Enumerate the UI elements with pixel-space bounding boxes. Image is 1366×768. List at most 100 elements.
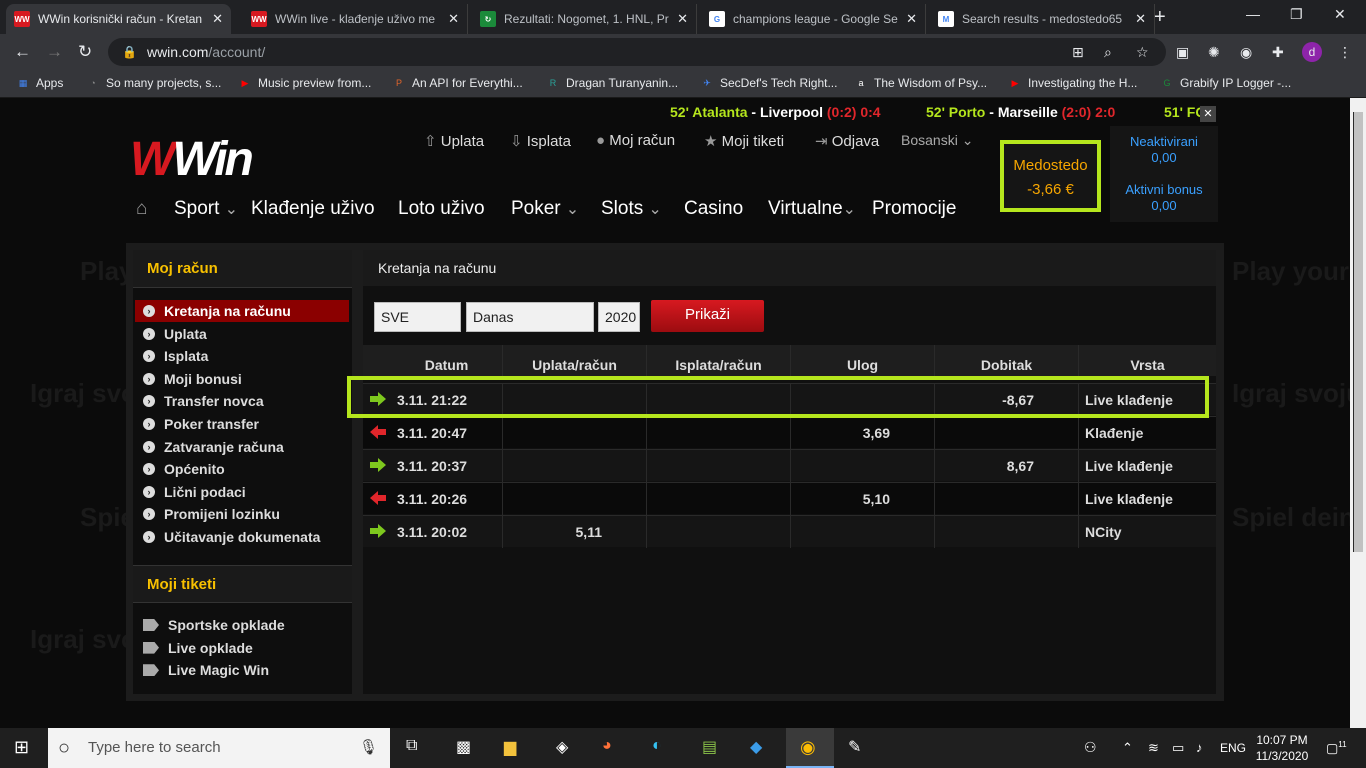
nav-loto-live[interactable]: Loto uživo	[398, 198, 485, 220]
nav-poker[interactable]: Poker ⌄	[511, 198, 579, 220]
task-view-icon[interactable]: ⧉	[406, 737, 417, 755]
maximize-icon[interactable]: ❐	[1290, 6, 1303, 23]
ticket-item[interactable]: Sportske opklade	[135, 614, 349, 636]
table-row[interactable]: 3.11. 20:37 8,67 Live klađenje	[363, 449, 1216, 482]
bookmark-item[interactable]: ◔ So many projects, s...	[86, 76, 221, 90]
sidebar-item[interactable]: › Poker transfer	[135, 413, 349, 435]
period-select[interactable]: Danas	[466, 302, 594, 332]
menu-uplata[interactable]: ⇧ Uplata	[424, 132, 484, 150]
ticker-close-icon[interactable]: ✕	[1200, 106, 1216, 122]
bookmark-item[interactable]: a The Wisdom of Psy...	[854, 76, 987, 90]
tab-close-icon[interactable]: ✕	[212, 11, 223, 27]
page-scrollbar[interactable]	[1350, 98, 1366, 728]
sidebar-item[interactable]: › Lični podaci	[135, 481, 349, 503]
photos-app-icon[interactable]: ▩	[456, 737, 471, 757]
menu-moji-tiketi[interactable]: ★ Moji tiketi	[704, 132, 784, 150]
extensions-puzzle-icon[interactable]: ✚	[1272, 44, 1284, 61]
menu-moj-racun[interactable]: ● Moj račun	[596, 132, 675, 149]
file-explorer-icon[interactable]: ▆	[504, 737, 516, 757]
windows-start-icon[interactable]: ⊞	[14, 737, 29, 758]
tab-close-icon[interactable]: ✕	[906, 11, 917, 27]
table-row[interactable]: 3.11. 20:26 5,10 Live klađenje	[363, 482, 1216, 515]
notifications-icon[interactable]: ▢11	[1326, 740, 1347, 756]
nav-live-betting[interactable]: Klađenje uživo	[251, 198, 375, 220]
nav-casino[interactable]: Casino	[684, 198, 743, 220]
bookmark-item[interactable]: ▶ Music preview from...	[238, 76, 372, 90]
save-extension-icon[interactable]: ▣	[1176, 44, 1189, 61]
react-extension-icon[interactable]: ✺	[1208, 44, 1220, 61]
profile-avatar[interactable]: d	[1302, 42, 1322, 62]
vscode-icon[interactable]: ◆	[750, 737, 762, 757]
bookmark-item[interactable]: ✈ SecDef's Tech Right...	[700, 76, 837, 90]
sidebar-item[interactable]: › Zatvaranje računa	[135, 436, 349, 458]
record-extension-icon[interactable]: ◉	[1240, 44, 1252, 61]
bookmark-item[interactable]: G Grabify IP Logger -...	[1160, 76, 1291, 90]
live-ticker-match[interactable]: 52' Atalanta - Liverpool (0:2) 0:4	[670, 104, 881, 120]
bookmark-star-icon[interactable]: ☆	[1136, 44, 1149, 61]
chrome-menu-icon[interactable]: ⋮	[1338, 44, 1352, 61]
back-icon[interactable]: ←	[14, 42, 31, 62]
nav-sport[interactable]: Sport ⌄	[174, 198, 238, 220]
volume-icon[interactable]: ♪	[1196, 740, 1203, 755]
people-icon[interactable]: ⚇	[1084, 739, 1097, 756]
sidebar-item[interactable]: › Transfer novca	[135, 390, 349, 412]
column-header[interactable]: Vrsta	[1078, 345, 1216, 376]
home-icon[interactable]: ⌂	[136, 198, 147, 220]
url-input[interactable]: 🔒 wwin.com/account/	[108, 38, 1166, 66]
unity-icon[interactable]: ◈	[556, 737, 568, 757]
nav-slots[interactable]: Slots ⌄	[601, 198, 662, 220]
tab-close-icon[interactable]: ✕	[448, 11, 459, 27]
sidebar-item[interactable]: › Isplata	[135, 345, 349, 367]
show-button[interactable]: Prikaži	[651, 300, 764, 332]
sidebar-item[interactable]: › Općenito	[135, 458, 349, 480]
bookmark-item[interactable]: ▦ Apps	[16, 76, 64, 90]
ticket-item[interactable]: Live opklade	[135, 637, 349, 659]
column-header[interactable]: Datum	[391, 345, 502, 376]
nav-virtualne[interactable]: Virtualne⌄	[768, 198, 856, 220]
wifi-icon[interactable]: ≋	[1148, 740, 1159, 756]
sheet-app-icon[interactable]: ▤	[702, 737, 717, 757]
type-select[interactable]: SVE	[374, 302, 461, 332]
year-select[interactable]: 2020	[598, 302, 640, 332]
tab-close-icon[interactable]: ✕	[677, 11, 688, 27]
browser-tab[interactable]: Gchampions league - Google Se ✕	[701, 4, 926, 34]
sidebar-item[interactable]: › Učitavanje dokumenata	[135, 526, 349, 548]
nav-promocije[interactable]: Promocije	[872, 198, 956, 220]
close-window-icon[interactable]: ✕	[1334, 6, 1346, 23]
edge-icon[interactable]: ◐	[652, 737, 662, 755]
column-header[interactable]: Uplata/račun	[502, 345, 646, 376]
sidebar-item[interactable]: › Moji bonusi	[135, 368, 349, 390]
bookmark-item[interactable]: P An API for Everythi...	[392, 76, 523, 90]
balance-box[interactable]: Medostedo -3,66 €	[1000, 140, 1101, 212]
language-select[interactable]: Bosanski ⌄	[901, 132, 973, 149]
browser-tab[interactable]: ↻ Rezultati: Nogomet, 1. HNL, Pr ✕	[472, 4, 697, 34]
column-header[interactable]: Isplata/račun	[646, 345, 790, 376]
column-header[interactable]: Dobitak	[934, 345, 1078, 376]
wwin-logo[interactable]: WWin	[130, 132, 254, 187]
new-tab-button[interactable]: +	[1154, 6, 1166, 29]
sidebar-item[interactable]: › Promijeni lozinku	[135, 503, 349, 525]
battery-icon[interactable]: ▭	[1172, 740, 1184, 756]
ticket-item[interactable]: Live Magic Win	[135, 659, 349, 681]
chrome-taskbar-button[interactable]: ◉	[786, 728, 834, 768]
browser-tab[interactable]: WW WWin korisnički račun - Kretan ✕	[6, 4, 231, 34]
menu-odjava[interactable]: ⇥ Odjava	[815, 132, 879, 150]
reload-icon[interactable]: ↻	[78, 42, 92, 62]
sidebar-item[interactable]: › Kretanja na računu	[135, 300, 349, 322]
bookmark-item[interactable]: ▶ Investigating the H...	[1008, 76, 1138, 90]
tab-close-icon[interactable]: ✕	[1135, 11, 1146, 27]
bookmark-item[interactable]: R Dragan Turanyanin...	[546, 76, 678, 90]
browser-tab[interactable]: M Search results - medostedo65 ✕	[930, 4, 1155, 34]
translate-icon[interactable]: ⊞	[1072, 44, 1084, 61]
minimize-icon[interactable]: —	[1246, 6, 1260, 22]
table-row[interactable]: 3.11. 20:02 5,11 NCity	[363, 515, 1216, 548]
menu-isplata[interactable]: ⇩ Isplata	[510, 132, 571, 150]
forward-icon[interactable]: →	[46, 42, 63, 62]
live-ticker-match[interactable]: 51' FC	[1164, 104, 1200, 120]
live-ticker-match[interactable]: 52' Porto - Marseille (2:0) 2:0	[926, 104, 1115, 120]
clock[interactable]: 10:07 PM 11/3/2020	[1254, 732, 1310, 764]
language-indicator[interactable]: ENG	[1220, 741, 1246, 755]
firefox-icon[interactable]: ◕	[602, 737, 612, 755]
table-row[interactable]: 3.11. 20:47 3,69 Klađenje	[363, 416, 1216, 449]
tray-expand-icon[interactable]: ⌃	[1122, 740, 1133, 756]
